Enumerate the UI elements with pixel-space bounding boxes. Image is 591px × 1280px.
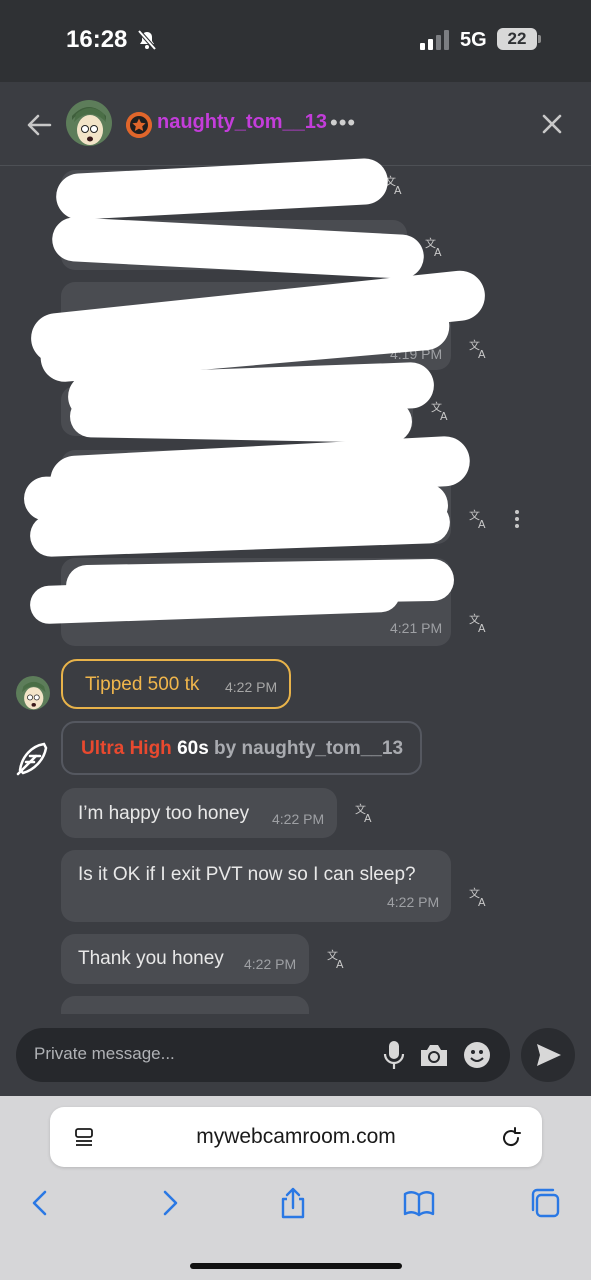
chevron-left-icon[interactable] xyxy=(24,1186,58,1220)
kebab-icon[interactable] xyxy=(507,508,527,530)
message-text: Thank you honey xyxy=(78,948,224,969)
svg-text:A: A xyxy=(336,958,344,970)
avatar[interactable] xyxy=(16,676,50,710)
network-type: 5G xyxy=(460,29,487,51)
translate-icon[interactable]: 文A xyxy=(354,802,376,824)
username[interactable]: naughty_tom__13 xyxy=(157,111,327,134)
camera-icon[interactable] xyxy=(419,1042,449,1068)
translate-icon[interactable]: 文A xyxy=(468,338,490,360)
ultra-high-notice: Ultra High 60s by naughty_tom__13 xyxy=(61,721,422,775)
message-time: 4:22 PM xyxy=(272,811,325,827)
ultra-level: Ultra High xyxy=(81,738,172,759)
ultra-user: naughty_tom__13 xyxy=(241,738,404,759)
reload-icon[interactable] xyxy=(499,1126,523,1150)
message-text: Is it OK if I exit PVT now so I can slee… xyxy=(78,864,416,885)
status-bar: 16:28 5G 22 xyxy=(0,0,591,82)
translate-icon[interactable]: 文A xyxy=(468,886,490,908)
tip-label: Tipped 500 tk xyxy=(85,674,200,695)
close-icon[interactable] xyxy=(538,110,566,138)
star-badge-icon xyxy=(126,112,152,138)
svg-text:A: A xyxy=(440,410,448,422)
url-text: mywebcamroom.com xyxy=(196,1125,396,1148)
svg-text:A: A xyxy=(478,896,486,908)
redaction-scribble xyxy=(69,395,413,443)
ultra-duration: 60s xyxy=(177,738,209,759)
translate-icon[interactable]: 文A xyxy=(468,508,490,530)
translate-icon[interactable]: 文A xyxy=(468,612,490,634)
home-indicator xyxy=(190,1263,402,1269)
bell-slash-icon xyxy=(137,29,157,51)
ultra-high-text: Ultra High 60s by naughty_tom__13 xyxy=(81,738,403,760)
share-icon[interactable] xyxy=(276,1186,310,1220)
svg-text:A: A xyxy=(478,622,486,634)
clock: 16:28 xyxy=(66,26,128,53)
translate-icon[interactable]: 文A xyxy=(326,948,348,970)
tip-time: 4:22 PM xyxy=(225,679,278,695)
message-input-placeholder: Private message... xyxy=(34,1044,175,1063)
message-time: 4:22 PM xyxy=(387,894,440,910)
battery-level: 22 xyxy=(497,28,537,50)
battery-tip xyxy=(538,35,541,43)
mic-icon[interactable] xyxy=(383,1040,405,1070)
svg-text:A: A xyxy=(434,246,442,258)
tip-notice: Tipped 500 tk 4:22 PM xyxy=(61,659,291,709)
signal-icon xyxy=(420,30,449,50)
translate-icon[interactable]: 文A xyxy=(430,400,452,422)
avatar[interactable] xyxy=(66,100,112,146)
message-time: 4:22 PM xyxy=(244,956,297,972)
send-button[interactable] xyxy=(521,1028,575,1082)
feather-icon xyxy=(16,742,48,776)
message-bubble xyxy=(61,850,451,922)
svg-text:A: A xyxy=(478,518,486,530)
send-icon xyxy=(537,1044,561,1066)
translate-icon[interactable]: 文A xyxy=(424,236,446,258)
ultra-by: by xyxy=(214,738,237,759)
back-arrow-icon[interactable] xyxy=(24,110,54,140)
svg-text:A: A xyxy=(478,348,486,360)
more-icon[interactable]: ••• xyxy=(330,110,356,136)
message-text: I’m happy too honey xyxy=(78,803,250,824)
bookmarks-icon[interactable] xyxy=(402,1186,436,1220)
svg-text:A: A xyxy=(394,184,402,196)
chevron-right-icon[interactable] xyxy=(152,1186,186,1220)
redaction-scribble xyxy=(55,157,389,221)
chat-header: naughty_tom__13 ••• xyxy=(0,82,591,166)
emoji-icon[interactable] xyxy=(463,1041,491,1069)
address-bar[interactable]: mywebcamroom.com xyxy=(50,1107,542,1167)
message-time: 4:21 PM xyxy=(390,620,443,636)
svg-text:A: A xyxy=(364,812,372,824)
tabs-icon[interactable] xyxy=(528,1186,562,1220)
